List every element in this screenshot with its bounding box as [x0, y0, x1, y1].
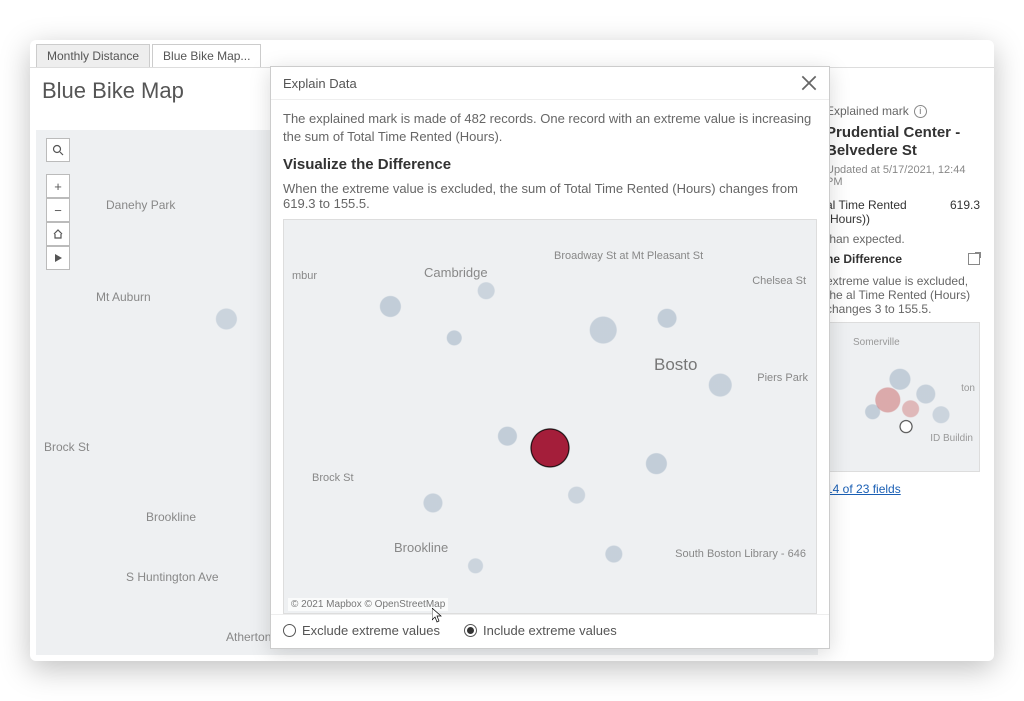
- tab-monthly-distance[interactable]: Monthly Distance: [36, 44, 150, 67]
- map-label: ton: [961, 383, 975, 394]
- tab-blue-bike-map[interactable]: Blue Bike Map...: [152, 44, 261, 67]
- map-label: Broadway St at Mt Pleasant St: [554, 250, 703, 262]
- pane-title: Explain Data: [283, 76, 357, 91]
- difference-summary: extreme value is excluded, the al Time R…: [826, 274, 980, 316]
- map-label: Brock St: [312, 472, 354, 484]
- zoom-out-button[interactable]: −: [46, 198, 70, 222]
- fields-link[interactable]: 14 of 23 fields: [826, 482, 901, 496]
- extreme-value-radio-group: Exclude extreme values Include extreme v…: [271, 614, 829, 648]
- map-label: Chelsea St: [752, 275, 806, 287]
- expectation-text: than expected.: [826, 232, 980, 246]
- visualize-heading: Visualize the Difference: [283, 156, 817, 173]
- explanation-text: The explained mark is made of 482 record…: [283, 110, 817, 146]
- map-label: Brookline: [146, 510, 196, 524]
- map-label: Mt Auburn: [96, 290, 151, 304]
- open-window-icon[interactable]: [968, 253, 980, 265]
- info-icon[interactable]: i: [914, 105, 927, 118]
- zoom-in-button[interactable]: +: [46, 174, 70, 198]
- map-label: Somerville: [853, 337, 900, 348]
- map-label: ID Buildin: [930, 433, 973, 444]
- map-label: South Boston Library - 646: [675, 548, 806, 560]
- map-label: Brock St: [44, 440, 89, 454]
- visualize-description: When the extreme value is excluded, the …: [283, 181, 817, 211]
- pane-header: Explain Data: [271, 67, 829, 100]
- radio-include-extreme[interactable]: Include extreme values: [464, 623, 617, 638]
- radio-selected-icon: [464, 624, 477, 637]
- home-icon[interactable]: [46, 222, 70, 246]
- map-label: Brookline: [394, 540, 448, 555]
- visualization-map[interactable]: Cambridge Broadway St at Mt Pleasant St …: [283, 219, 817, 614]
- panel-label: Explained mark: [826, 104, 909, 118]
- updated-timestamp: Updated at 5/17/2021, 12:44 PM: [826, 164, 980, 188]
- close-icon[interactable]: [801, 75, 817, 91]
- difference-heading: he Difference: [826, 252, 902, 266]
- map-label: Cambridge: [424, 265, 488, 280]
- explained-mark-panel: Explained mark i Prudential Center - Bel…: [818, 98, 988, 655]
- radio-label: Include extreme values: [483, 623, 617, 638]
- radio-exclude-extreme[interactable]: Exclude extreme values: [283, 623, 440, 638]
- map-label: S Huntington Ave: [126, 570, 219, 584]
- map-label: mbur: [292, 270, 317, 282]
- metric-label: al Time Rented (Hours)): [826, 198, 950, 226]
- metric-value: 619.3: [950, 198, 980, 226]
- search-icon[interactable]: [46, 138, 70, 162]
- radio-icon: [283, 624, 296, 637]
- mini-map[interactable]: Somerville ton ID Buildin: [826, 322, 980, 472]
- map-attribution: © 2021 Mapbox © OpenStreetMap: [288, 598, 448, 611]
- map-label: Danehy Park: [106, 198, 175, 212]
- play-icon[interactable]: [46, 246, 70, 270]
- tab-bar: Monthly Distance Blue Bike Map...: [30, 40, 994, 68]
- mark-name: Prudential Center - Belvedere St: [826, 124, 980, 160]
- radio-label: Exclude extreme values: [302, 623, 440, 638]
- map-label: Piers Park: [757, 372, 808, 384]
- app-window: Monthly Distance Blue Bike Map... Blue B…: [30, 40, 994, 661]
- explain-data-pane: Explain Data The explained mark is made …: [270, 66, 830, 649]
- map-label: Bosto: [654, 355, 697, 375]
